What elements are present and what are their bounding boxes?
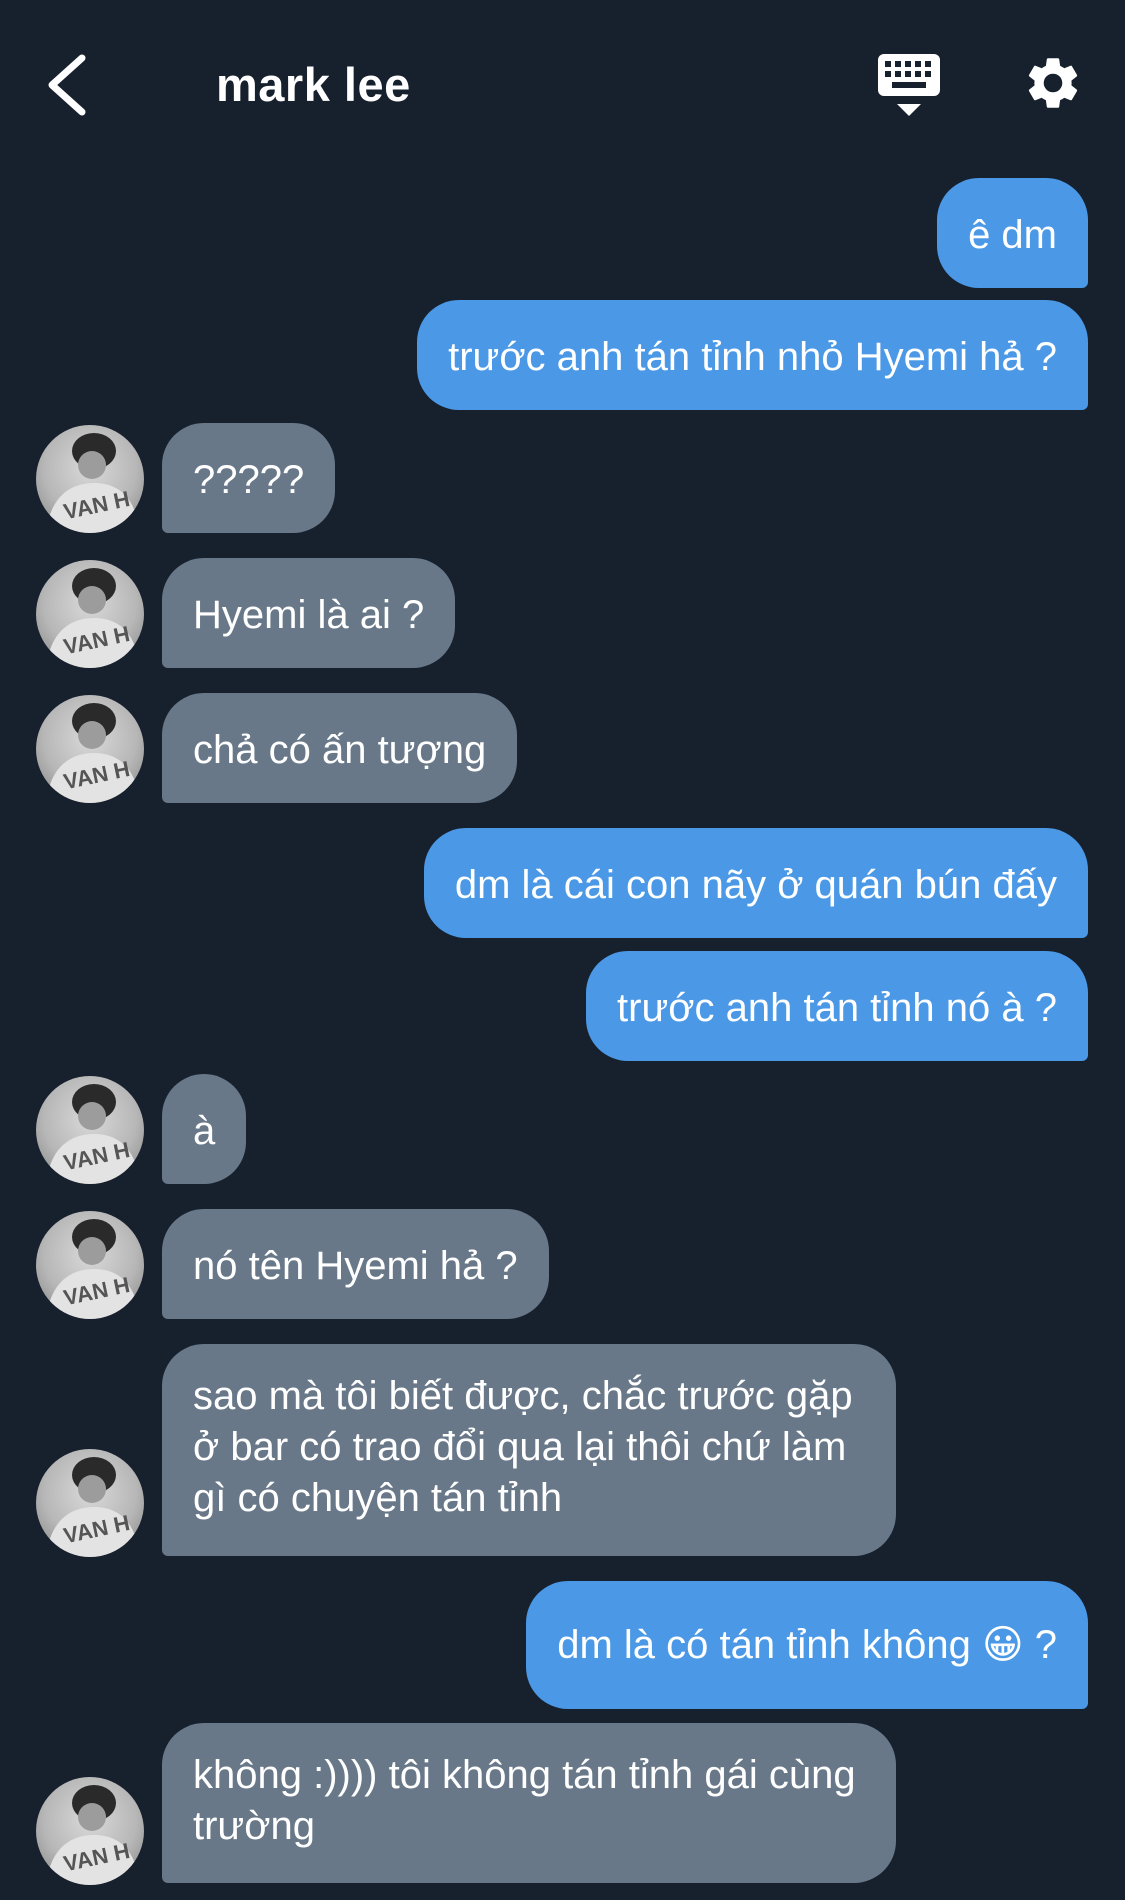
avatar-photo: VAN H	[46, 1219, 140, 1319]
settings-button[interactable]	[1022, 52, 1084, 114]
avatar-photo: VAN H	[46, 1785, 140, 1885]
message-outgoing[interactable]: dm là cái con nãy ở quán bún đấy	[423, 828, 1088, 938]
message-incoming[interactable]: nó tên Hyemi hả ?	[162, 1209, 549, 1319]
avatar-photo: VAN H	[46, 1457, 140, 1557]
message-incoming[interactable]: Hyemi là ai ?	[162, 558, 456, 668]
avatar-photo: VAN H	[46, 1084, 140, 1184]
chevron-left-icon	[48, 54, 86, 116]
message-incoming[interactable]: ?????	[162, 423, 336, 533]
message-incoming[interactable]: sao mà tôi biết được, chắc trước gặp ở b…	[162, 1344, 896, 1556]
contact-avatar[interactable]: VAN H	[36, 695, 144, 803]
contact-avatar[interactable]: VAN H	[36, 425, 144, 533]
gear-icon	[1028, 58, 1078, 108]
avatar-photo: VAN H	[46, 703, 140, 803]
message-outgoing[interactable]: trước anh tán tỉnh nó à ?	[586, 951, 1088, 1061]
back-button[interactable]	[40, 50, 100, 120]
keyboard-button[interactable]	[876, 52, 942, 120]
message-outgoing[interactable]: dm là có tán tỉnh không 😀 ?	[526, 1581, 1088, 1709]
avatar-photo: VAN H	[46, 568, 140, 668]
keyboard-icon	[878, 54, 940, 116]
message-incoming[interactable]: không :)))) tôi không tán tỉnh gái cùng …	[162, 1723, 896, 1883]
contact-avatar[interactable]: VAN H	[36, 1211, 144, 1319]
avatar-photo: VAN H	[46, 433, 140, 533]
contact-avatar[interactable]: VAN H	[36, 1449, 144, 1557]
message-outgoing[interactable]: ê dm	[937, 178, 1088, 288]
message-incoming[interactable]: chả có ấn tượng	[162, 693, 518, 803]
message-incoming[interactable]: à	[162, 1074, 247, 1184]
contact-avatar[interactable]: VAN H	[36, 1076, 144, 1184]
contact-avatar[interactable]: VAN H	[36, 1777, 144, 1885]
message-outgoing[interactable]: trước anh tán tỉnh nhỏ Hyemi hả ?	[417, 300, 1088, 410]
contact-name: mark lee	[216, 58, 411, 111]
chat-header: mark lee	[0, 0, 1125, 170]
contact-avatar[interactable]: VAN H	[36, 560, 144, 668]
